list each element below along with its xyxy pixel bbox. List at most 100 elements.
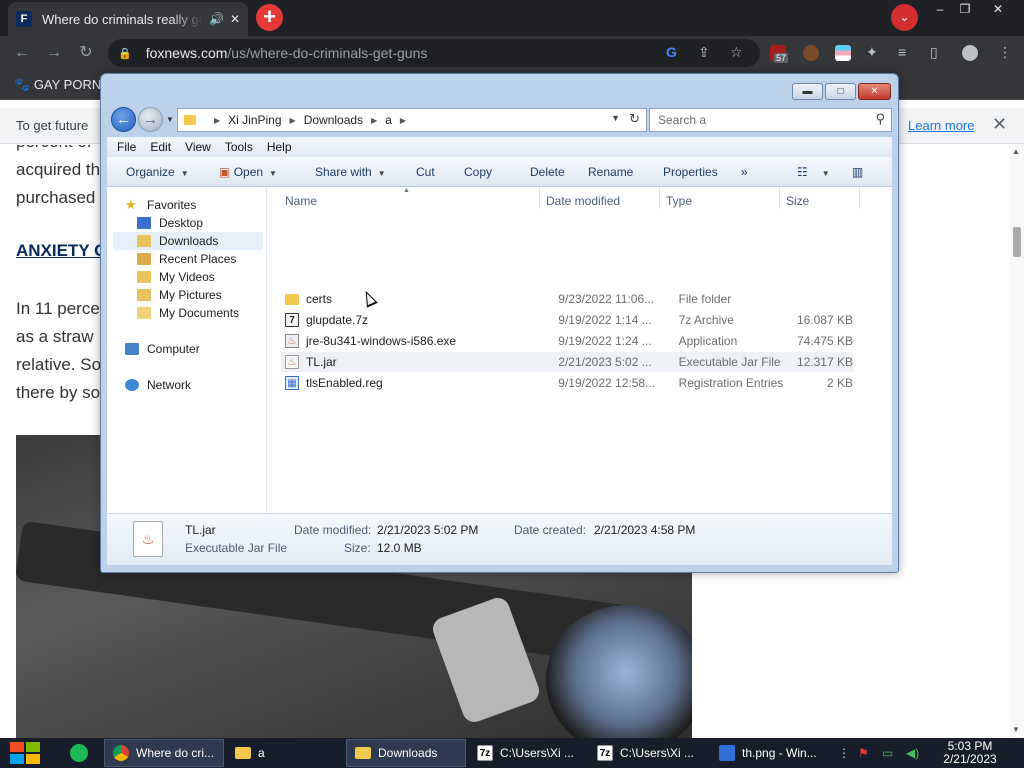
google-icon[interactable]: G [666,44,677,60]
nav-favorites[interactable]: ★ Favorites [125,196,196,214]
scrollbar-thumb[interactable] [1013,227,1021,257]
menu-file[interactable]: File [117,140,136,154]
forward-button[interactable]: → [43,42,65,64]
column-divider[interactable] [539,187,540,209]
change-view-button[interactable]: ☷ ▼ [797,165,830,179]
reload-button[interactable]: ↻ [75,42,97,64]
taskbar-item-folder-a[interactable]: a [226,739,346,767]
file-row-glupdate[interactable]: 7 glupdate.7z 9/19/2022 1:14 ... 7z Arch… [281,310,853,330]
extension-flag-icon[interactable] [835,45,851,61]
cut-button[interactable]: Cut [416,165,435,179]
start-button[interactable] [10,742,42,766]
column-header-size[interactable]: Size [786,194,809,208]
address-bar[interactable]: 🔒 foxnews.com/us/where-do-criminals-get-… [108,39,760,67]
taskbar-item-7zip-2[interactable]: 7z C:\Users\Xi ... [588,739,708,767]
column-header-type[interactable]: Type [666,194,692,208]
nav-my-documents[interactable]: My Documents [137,304,239,322]
explorer-back-button[interactable]: ← [111,107,136,132]
nav-downloads[interactable]: Downloads [113,232,263,250]
extension-avatar-icon[interactable] [803,45,819,61]
learn-more-link[interactable]: Learn more [908,118,974,133]
rename-button[interactable]: Rename [588,165,633,179]
tab-search-button[interactable]: ⌄ [891,4,918,31]
share-icon[interactable]: ⇪ [698,44,710,61]
more-commands-button[interactable]: » [741,165,748,179]
nav-computer[interactable]: Computer [125,340,200,358]
menu-edit[interactable]: Edit [150,140,171,154]
refresh-icon[interactable]: ↻ [629,111,640,127]
profile-avatar-icon[interactable] [962,45,978,61]
nav-my-pictures[interactable]: My Pictures [137,286,222,304]
delete-button[interactable]: Delete [530,165,565,179]
lock-icon[interactable]: 🔒 [118,47,132,60]
nav-my-videos[interactable]: My Videos [137,268,215,286]
network-tray-icon[interactable]: ▭ [882,746,893,760]
media-queue-icon[interactable]: ≡ [898,44,906,60]
column-header-name[interactable]: Name [285,194,317,208]
column-divider[interactable] [779,187,780,209]
details-filename: TL.jar [185,523,216,537]
scroll-down-icon[interactable]: ▼ [1012,725,1022,734]
bookmark-item[interactable]: 🐾 GAY PORN [14,77,101,93]
breadcrumb-item[interactable]: Downloads [304,113,363,127]
file-row-jre-installer[interactable]: ♨ jre-8u341-windows-i586.exe 9/19/2022 1… [281,331,853,351]
share-with-button[interactable]: Share with ▼ [315,165,386,179]
new-tab-button[interactable]: + [256,4,283,31]
copy-button[interactable]: Copy [464,165,492,179]
taskbar-item-photo-viewer[interactable]: th.png - Win... [710,739,830,767]
breadcrumb-item[interactable]: Xi JinPing [228,113,281,127]
tab-close-icon[interactable]: ✕ [230,12,240,26]
page-scrollbar[interactable]: ▲ ▼ [1010,145,1024,738]
spotify-icon[interactable] [70,744,88,762]
menu-tools[interactable]: Tools [225,140,253,154]
breadcrumb-chevron-icon[interactable]: ▶ [371,116,377,125]
extensions-puzzle-icon[interactable]: ✦ [866,44,878,61]
breadcrumb-chevron-icon[interactable]: ▶ [290,116,296,125]
file-row-tl-jar[interactable]: ♨ TL.jar 2/21/2023 5:02 ... Executable J… [281,352,853,372]
explorer-maximize-button[interactable]: □ [825,83,856,100]
window-close-button[interactable]: ✕ [983,0,1013,18]
volume-tray-icon[interactable]: ◀) [906,746,919,760]
breadcrumb-chevron-icon[interactable]: ▶ [400,116,406,125]
explorer-minimize-button[interactable]: ▬ [792,83,823,100]
menu-view[interactable]: View [185,140,211,154]
tray-overflow-icon[interactable]: ⋮ [838,746,850,760]
explorer-address-bar[interactable]: ▶ Xi JinPing ▶ Downloads ▶ a ▶ ▼ ↻ [177,108,647,132]
column-divider[interactable] [659,187,660,209]
recent-pages-dropdown-icon[interactable]: ▼ [166,115,174,124]
column-divider[interactable] [859,187,860,209]
organize-button[interactable]: Organize ▼ [126,165,189,179]
bookmark-star-icon[interactable]: ☆ [730,44,743,61]
address-dropdown-icon[interactable]: ▼ [611,113,620,123]
explorer-forward-button[interactable]: → [138,107,163,132]
preview-pane-button[interactable]: ▥ [852,165,863,179]
browser-tab[interactable]: F Where do criminals really get 🔊 ✕ [8,2,248,36]
properties-button[interactable]: Properties [663,165,718,179]
info-banner-close-icon[interactable]: ✕ [992,114,1007,135]
article-subheading-link[interactable]: ANXIETY C [16,241,106,261]
menu-help[interactable]: Help [267,140,292,154]
taskbar-item-downloads[interactable]: Downloads [346,739,466,767]
taskbar-item-7zip-1[interactable]: 7z C:\Users\Xi ... [468,739,588,767]
nav-recent-places[interactable]: Recent Places [137,250,236,268]
explorer-close-button[interactable]: ✕ [858,83,891,100]
breadcrumb-item[interactable]: a [385,113,392,127]
details-size-label: Size: [344,541,371,555]
action-center-flag-icon[interactable]: ⚑ [858,746,869,760]
back-button[interactable]: ← [11,42,33,64]
column-header-date-modified[interactable]: Date modified [546,194,620,208]
scroll-up-icon[interactable]: ▲ [1012,147,1022,156]
chrome-menu-icon[interactable]: ⋮ [998,44,1012,61]
speaker-icon[interactable]: 🔊 [209,12,224,26]
window-restore-button[interactable]: ❐ [950,0,980,18]
nav-network[interactable]: Network [125,376,191,394]
side-panel-icon[interactable]: ▯ [930,44,938,61]
nav-desktop[interactable]: Desktop [137,214,203,232]
open-button[interactable]: ▣ Open ▼ [219,165,277,179]
breadcrumb-chevron-icon[interactable]: ▶ [214,116,220,125]
file-row-tlsenabled-reg[interactable]: ▦ tlsEnabled.reg 9/19/2022 12:58... Regi… [281,373,853,393]
taskbar-item-chrome[interactable]: Where do cri... [104,739,224,767]
taskbar-clock[interactable]: 5:03 PM 2/21/2023 [928,740,1012,766]
search-icon[interactable]: ⚲ [875,111,885,127]
explorer-search-input[interactable]: Search a ⚲ [649,108,892,132]
